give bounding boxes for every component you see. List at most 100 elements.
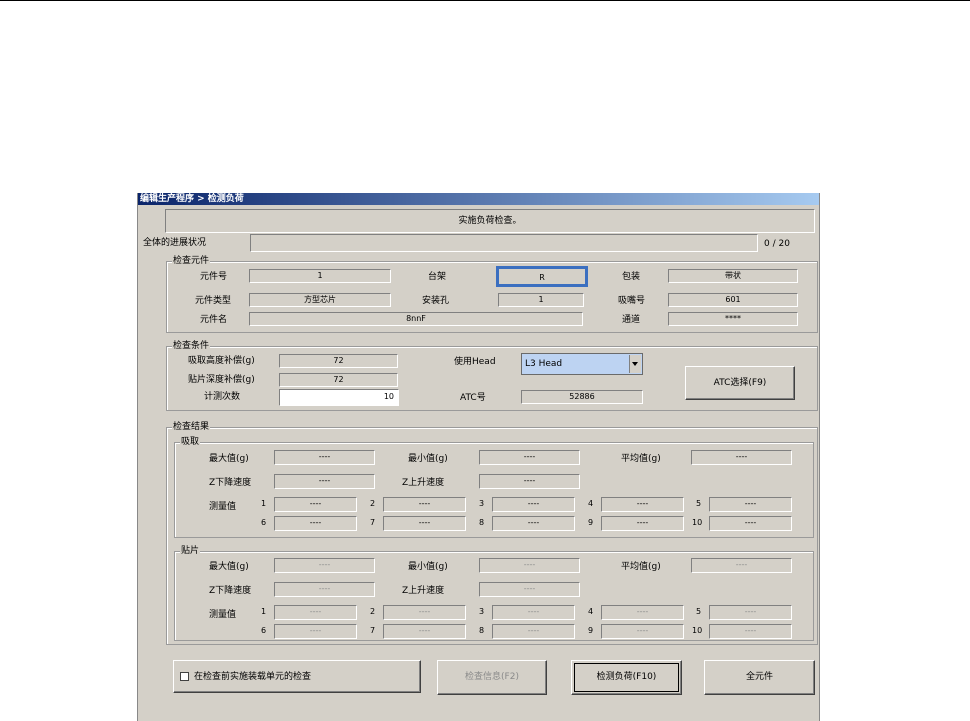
head-select[interactable]: L3 Head <box>521 353 643 375</box>
pick-measure-index: 1 <box>261 499 267 508</box>
place-measure-index: 6 <box>261 626 267 635</box>
page-top-rule <box>0 0 970 1</box>
pick-measure-value: ---- <box>492 516 575 531</box>
place-measure-value: ---- <box>383 605 466 620</box>
place-depth-field: 72 <box>279 373 398 387</box>
conditions-group-caption: 检查条件 <box>172 340 211 352</box>
nozzle-field: 601 <box>668 293 798 307</box>
hole-label: 安装孔 <box>422 296 450 306</box>
pick-measure-value: ---- <box>709 497 792 512</box>
status-banner: 实施负荷检查。 <box>165 209 815 233</box>
place-measure-value: ---- <box>492 605 575 620</box>
place-measure-label: 测量值 <box>209 610 237 620</box>
place-measure-value: ---- <box>709 624 792 639</box>
rack-field: R <box>496 266 588 287</box>
check-info-button[interactable]: 检查信息(F2) <box>437 660 547 695</box>
progress-count: 0 / 20 <box>764 239 790 249</box>
results-group-caption: 检查结果 <box>172 421 211 433</box>
pick-zdown-label: Z下降速度 <box>209 478 252 488</box>
pick-measure-index: 10 <box>692 518 703 527</box>
pick-measure-value: ---- <box>274 497 357 512</box>
nozzle-label: 吸嘴号 <box>618 296 646 306</box>
place-depth-label: 贴片深度补偿(g) <box>188 375 255 385</box>
pick-avg-field: ---- <box>691 450 792 465</box>
head-label: 使用Head <box>454 357 496 367</box>
place-measure-index: 2 <box>370 607 376 616</box>
package-label: 包装 <box>622 272 641 282</box>
place-measure-index: 5 <box>696 607 702 616</box>
progress-bar <box>250 234 758 252</box>
atc-field: 52886 <box>521 390 643 404</box>
pick-measure-index: 9 <box>588 518 594 527</box>
pick-measure-index: 8 <box>479 518 485 527</box>
pick-min-field: ---- <box>479 450 580 465</box>
pick-min-label: 最小值(g) <box>408 454 448 464</box>
place-measure-value: ---- <box>383 624 466 639</box>
head-dropdown-button[interactable] <box>629 355 641 373</box>
pick-measure-value: ---- <box>709 516 792 531</box>
pick-measure-index: 5 <box>696 499 702 508</box>
name-label: 元件名 <box>200 315 228 325</box>
count-input[interactable]: 10 <box>279 389 399 406</box>
pre-check-label: 在检查前实施装载单元的检查 <box>194 672 312 682</box>
pick-height-label: 吸取高度补偿(g) <box>188 356 255 366</box>
name-field: 8nnF <box>249 312 583 326</box>
pick-measure-index: 2 <box>370 499 376 508</box>
place-zdown-field: ---- <box>274 582 375 597</box>
channel-field: **** <box>668 312 798 326</box>
place-measure-index: 9 <box>588 626 594 635</box>
place-subgroup-caption: 贴片 <box>180 545 201 557</box>
pre-check-checkbox-row[interactable]: 在检查前实施装载单元的检查 <box>173 660 421 693</box>
type-field: 方型芯片 <box>249 293 391 307</box>
pick-subgroup-caption: 吸取 <box>180 436 201 448</box>
place-measure-index: 3 <box>479 607 485 616</box>
pick-measure-value: ---- <box>601 497 684 512</box>
pick-measure-index: 7 <box>370 518 376 527</box>
place-zup-field: ---- <box>479 582 580 597</box>
pick-measure-index: 4 <box>588 499 594 508</box>
atc-select-button[interactable]: ATC选择(F9) <box>685 366 795 400</box>
place-zdown-label: Z下降速度 <box>209 586 252 596</box>
pick-measure-value: ---- <box>492 497 575 512</box>
place-avg-field: ---- <box>691 558 792 573</box>
pick-max-label: 最大值(g) <box>209 454 249 464</box>
package-field: 带状 <box>668 269 798 283</box>
pick-measure-index: 6 <box>261 518 267 527</box>
pick-avg-label: 平均值(g) <box>621 454 661 464</box>
place-measure-index: 8 <box>479 626 485 635</box>
place-max-field: ---- <box>274 558 375 573</box>
component-no-field: 1 <box>249 269 391 283</box>
place-measure-value: ---- <box>274 624 357 639</box>
place-measure-index: 4 <box>588 607 594 616</box>
pick-zup-field: ---- <box>479 474 580 489</box>
place-zup-label: Z上升速度 <box>402 586 445 596</box>
load-check-button[interactable]: 检测负荷(F10) <box>571 660 682 695</box>
pick-height-field: 72 <box>279 354 398 368</box>
pick-measure-value: ---- <box>383 497 466 512</box>
atc-label: ATC号 <box>460 393 486 403</box>
place-min-label: 最小值(g) <box>408 562 448 572</box>
place-max-label: 最大值(g) <box>209 562 249 572</box>
dialog-window: 编辑生产程序 > 检测负荷 实施负荷检查。 全体的进展状况 0 / 20 检查元… <box>137 193 820 721</box>
place-measure-value: ---- <box>601 605 684 620</box>
component-no-label: 元件号 <box>200 272 228 282</box>
pick-measure-value: ---- <box>383 516 466 531</box>
window-title: 编辑生产程序 > 检测负荷 <box>138 193 819 205</box>
pick-max-field: ---- <box>274 450 375 465</box>
hole-field: 1 <box>498 293 584 307</box>
place-measure-value: ---- <box>274 605 357 620</box>
place-measure-index: 7 <box>370 626 376 635</box>
channel-label: 通道 <box>622 315 641 325</box>
pick-measure-label: 测量值 <box>209 502 237 512</box>
place-avg-label: 平均值(g) <box>621 562 661 572</box>
all-components-button[interactable]: 全元件 <box>704 660 815 695</box>
pick-measure-value: ---- <box>274 516 357 531</box>
place-measure-index: 10 <box>692 626 703 635</box>
pick-zup-label: Z上升速度 <box>402 478 445 488</box>
pre-check-checkbox[interactable] <box>180 672 189 681</box>
head-select-value: L3 Head <box>525 359 563 369</box>
component-group-caption: 检查元件 <box>172 255 211 267</box>
place-measure-value: ---- <box>601 624 684 639</box>
chevron-down-icon <box>632 362 638 366</box>
count-label: 计测次数 <box>204 392 241 402</box>
